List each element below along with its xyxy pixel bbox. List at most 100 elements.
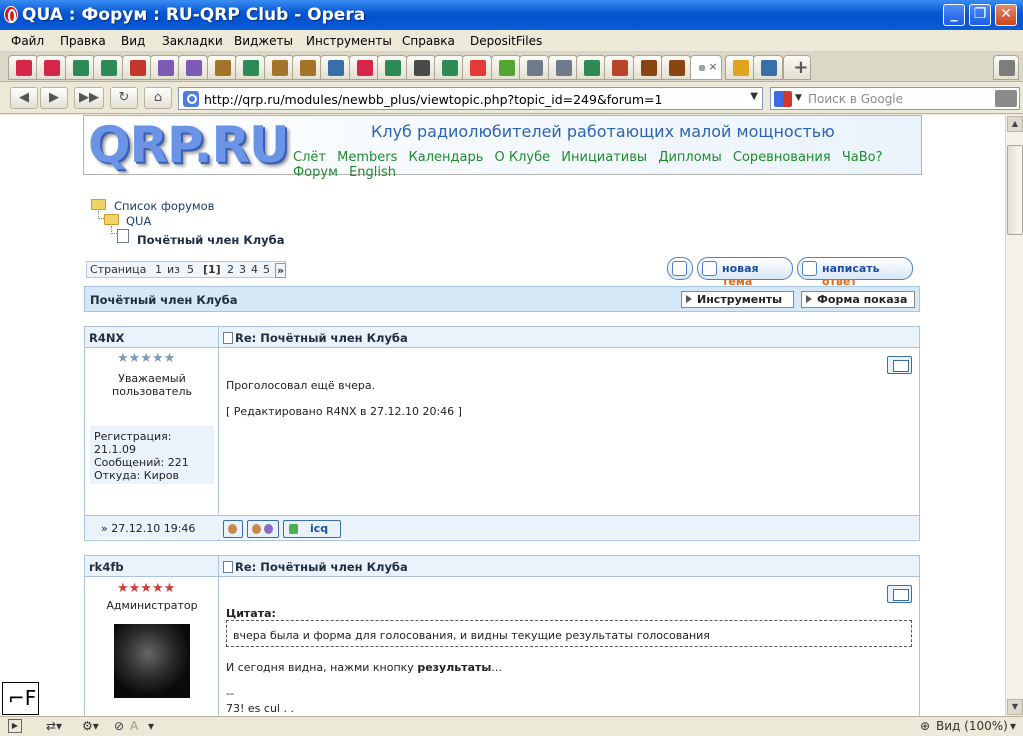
- browser-tab[interactable]: [632, 55, 663, 80]
- zoom-level[interactable]: Вид (100%): [936, 719, 1008, 733]
- nav-initiatives[interactable]: Инициативы: [561, 150, 647, 165]
- search-field[interactable]: ▼ Поиск в Google: [770, 87, 1020, 110]
- menu-tools[interactable]: Инструменты: [306, 34, 392, 48]
- back-button[interactable]: ◀: [10, 87, 38, 109]
- browser-tab[interactable]: [263, 55, 294, 80]
- menu-view[interactable]: Вид: [121, 34, 145, 48]
- browser-tab[interactable]: [519, 55, 550, 80]
- search-go-button[interactable]: [995, 90, 1017, 107]
- nav-faq[interactable]: ЧаВо?: [842, 150, 883, 165]
- fast-forward-button[interactable]: ▶▶: [74, 87, 104, 109]
- close-tab-icon[interactable]: ×: [708, 60, 717, 73]
- breadcrumb-forums[interactable]: Список форумов: [114, 199, 214, 213]
- nav-english[interactable]: English: [349, 165, 396, 180]
- menu-widgets[interactable]: Виджеты: [234, 34, 293, 48]
- pager-page-4[interactable]: 4: [251, 263, 258, 276]
- browser-tab[interactable]: [576, 55, 606, 80]
- status-dropdown-icon[interactable]: ▾: [148, 719, 154, 733]
- nav-contests[interactable]: Соревнования: [733, 150, 831, 165]
- print-button[interactable]: [667, 257, 693, 280]
- google-engine-icon[interactable]: [774, 91, 792, 107]
- browser-tab[interactable]: [8, 55, 38, 80]
- profile-button[interactable]: [223, 520, 243, 538]
- people-icon: [732, 60, 749, 76]
- trash-button[interactable]: [993, 55, 1019, 80]
- new-tab-button[interactable]: [783, 55, 812, 80]
- browser-tab[interactable]: [348, 55, 379, 80]
- menu-help[interactable]: Справка: [402, 34, 455, 48]
- browser-tab[interactable]: [604, 55, 635, 80]
- people-icon: [186, 60, 203, 76]
- post-author[interactable]: rk4fb: [89, 560, 124, 574]
- browser-tab[interactable]: [377, 55, 408, 80]
- browser-tab[interactable]: [661, 55, 692, 80]
- pager-page-5[interactable]: 5: [263, 263, 270, 276]
- browser-tab[interactable]: [753, 55, 783, 80]
- browser-tab[interactable]: ×: [689, 55, 722, 80]
- browser-tab[interactable]: [292, 55, 322, 80]
- site-favicon-icon: [183, 91, 199, 107]
- browser-tab[interactable]: [93, 55, 124, 80]
- forward-arrow-icon: ▶: [49, 90, 59, 105]
- new-topic-button[interactable]: новая тема: [697, 257, 793, 288]
- tools-dropdown[interactable]: Инструменты: [681, 291, 794, 308]
- pager-next[interactable]: »: [275, 263, 287, 278]
- post-text: Проголосовал ещё вчера.: [226, 379, 376, 392]
- scroll-up-icon[interactable]: ▲: [1007, 116, 1023, 132]
- url-dropdown-icon[interactable]: ▼: [750, 91, 758, 102]
- quote-button-icon[interactable]: [887, 585, 912, 603]
- sync-icon[interactable]: ⇄▾: [46, 719, 62, 733]
- nav-forum[interactable]: Форум: [293, 165, 338, 180]
- nav-members[interactable]: Members: [337, 150, 397, 165]
- browser-tab[interactable]: [490, 55, 521, 80]
- url-field[interactable]: http://qrp.ru/modules/newbb_plus/viewtop…: [178, 87, 763, 110]
- nav-calendar[interactable]: Календарь: [409, 150, 484, 165]
- scroll-thumb[interactable]: [1007, 145, 1023, 235]
- browser-tab[interactable]: [724, 55, 755, 80]
- engine-dropdown-icon[interactable]: ▼: [795, 93, 802, 103]
- icq-label: icq: [310, 522, 329, 535]
- minimize-button[interactable]: _: [943, 4, 965, 26]
- display-mode-dropdown[interactable]: Форма показа: [801, 291, 915, 308]
- browser-tab[interactable]: [434, 55, 464, 80]
- unite-icon[interactable]: ⚙▾: [82, 719, 99, 733]
- zoom-dropdown-icon[interactable]: ▾: [1010, 719, 1016, 733]
- vertical-scrollbar[interactable]: ▲ ▼: [1005, 115, 1023, 716]
- scroll-down-icon[interactable]: ▼: [1007, 699, 1023, 715]
- reload-button[interactable]: ↻: [110, 87, 138, 109]
- post-author[interactable]: R4NX: [89, 331, 124, 345]
- menu-depositfiles[interactable]: DepositFiles: [470, 34, 542, 48]
- home-button[interactable]: ⌂: [144, 87, 172, 109]
- browser-tab[interactable]: [320, 55, 351, 80]
- browser-tab[interactable]: [36, 55, 67, 80]
- browser-tab[interactable]: [64, 55, 95, 80]
- menu-file[interactable]: Файл: [11, 34, 44, 48]
- nav-slet[interactable]: Слёт: [293, 150, 326, 165]
- pager-page-3[interactable]: 3: [239, 263, 246, 276]
- browser-tab[interactable]: [547, 55, 578, 80]
- site-logo[interactable]: QRP.RU: [88, 116, 290, 174]
- icq-button[interactable]: icq: [283, 520, 341, 538]
- nav-diplomas[interactable]: Дипломы: [658, 150, 721, 165]
- quote-button-icon[interactable]: [887, 356, 912, 374]
- browser-tab[interactable]: [235, 55, 266, 80]
- browser-tab[interactable]: [121, 55, 152, 80]
- forward-button[interactable]: ▶: [40, 87, 68, 109]
- rank-stars: ★★★★★: [117, 351, 176, 366]
- browser-tab[interactable]: [206, 55, 237, 80]
- browser-tab[interactable]: [178, 55, 209, 80]
- close-button[interactable]: ✕: [995, 4, 1017, 26]
- reply-button[interactable]: написать ответ: [797, 257, 913, 288]
- breadcrumb-forum[interactable]: QUA: [126, 214, 151, 228]
- menu-edit[interactable]: Правка: [60, 34, 106, 48]
- browser-tab[interactable]: [462, 55, 493, 80]
- pager-page-2[interactable]: 2: [227, 263, 234, 276]
- maximize-button[interactable]: ❐: [969, 4, 991, 26]
- turbo-icon[interactable]: ⊘: [114, 719, 124, 733]
- panel-toggle-icon[interactable]: ▶: [8, 719, 22, 733]
- private-message-button[interactable]: [247, 520, 279, 538]
- nav-about[interactable]: О Клубе: [495, 150, 551, 165]
- menu-bookmarks[interactable]: Закладки: [162, 34, 223, 48]
- browser-tab[interactable]: [405, 55, 436, 80]
- browser-tab[interactable]: [150, 55, 180, 80]
